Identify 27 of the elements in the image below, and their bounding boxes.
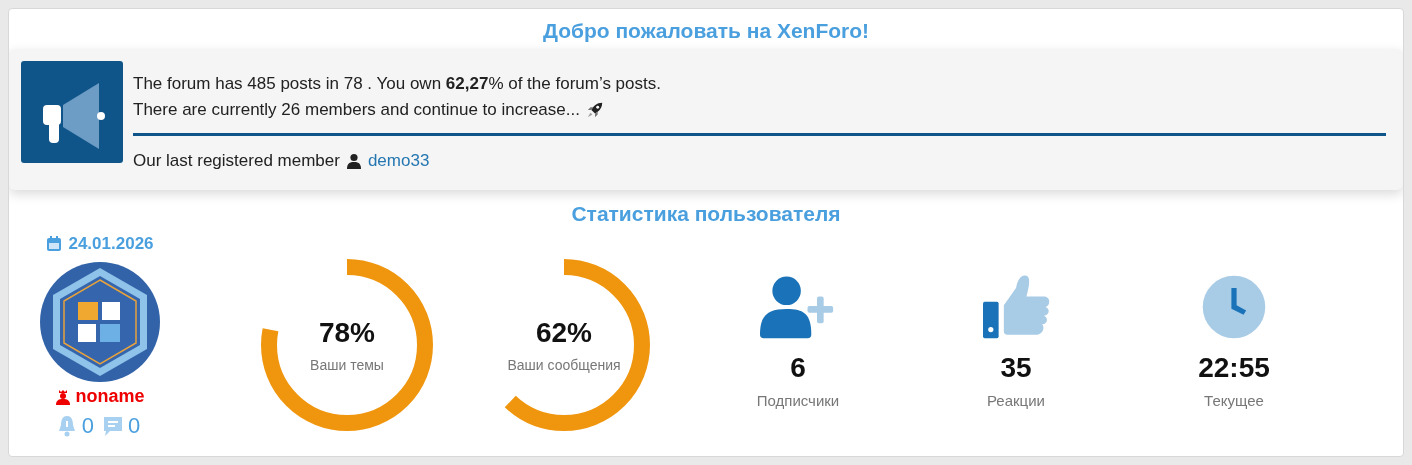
ring-value: 62% [535,317,592,349]
chat-icon[interactable] [102,415,124,437]
messages-count: 0 [128,413,141,439]
add-user-icon [760,274,836,340]
megaphone-icon [21,61,123,163]
stat-value: 22:55 [1198,352,1270,384]
stat-label: Подписчики [756,392,840,409]
user-crown-icon [55,388,72,405]
username-link[interactable]: noname [75,386,145,407]
stat-label: Реакции [987,392,1045,409]
stats-title: Статистика пользователя [570,201,842,227]
calendar-icon [46,236,63,252]
welcome-title: Добро пожаловать на XenForo! [541,18,871,44]
members-text: There are currently 26 members and continue to increase... [133,99,580,121]
ring-label: Ваши темы [310,357,384,373]
stat-value: 6 [790,352,806,384]
stat-value: 35 [1000,352,1032,384]
user-icon [345,153,362,169]
rocket-icon [585,101,604,119]
last-member-label: Our last registered member [133,150,340,172]
member-link[interactable]: demo33 [367,148,430,174]
alerts-count: 0 [81,413,94,439]
date-text: 24.01.2026 [68,234,154,254]
forum-posts-text: The forum has 485 posts in 78 . You own 62,27% of the forum’s posts. [133,73,662,95]
ring-value: 78% [318,317,375,349]
stat-label: Текущее [1204,392,1264,409]
ring-label: Ваши сообщения [507,357,621,373]
